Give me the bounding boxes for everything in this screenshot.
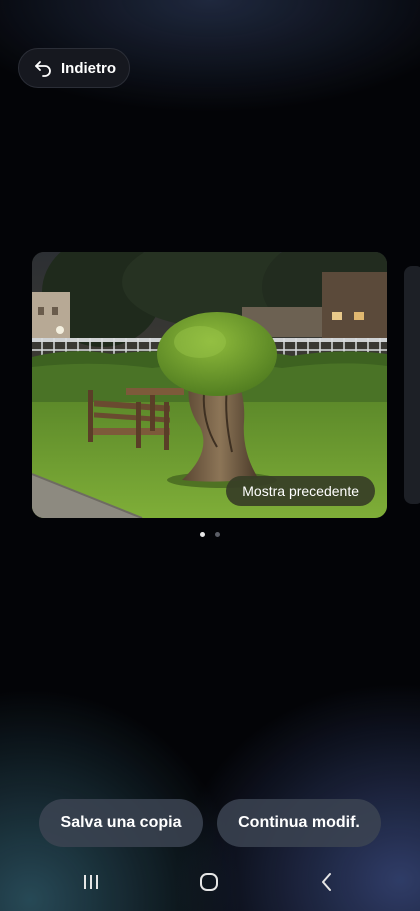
- nav-back-icon: [316, 871, 338, 898]
- show-previous-button[interactable]: Mostra precedente: [226, 476, 375, 506]
- home-button[interactable]: [187, 862, 231, 906]
- back-button-label: Indietro: [61, 59, 116, 77]
- photo-preview[interactable]: Mostra precedente: [32, 252, 387, 518]
- continue-edit-button[interactable]: Continua modif.: [217, 799, 381, 847]
- page-dot-active: [200, 532, 205, 537]
- home-icon: [198, 871, 220, 898]
- system-navigation-bar: [0, 862, 420, 906]
- arrow-back-icon: [33, 58, 53, 78]
- page-dot: [215, 532, 220, 537]
- recents-icon: [80, 871, 102, 898]
- back-button[interactable]: Indietro: [18, 48, 130, 88]
- page-indicator: [0, 532, 420, 537]
- save-copy-button[interactable]: Salva una copia: [39, 799, 203, 847]
- next-photo-peek[interactable]: [404, 266, 420, 504]
- recents-button[interactable]: [69, 862, 113, 906]
- nav-back-button[interactable]: [305, 862, 349, 906]
